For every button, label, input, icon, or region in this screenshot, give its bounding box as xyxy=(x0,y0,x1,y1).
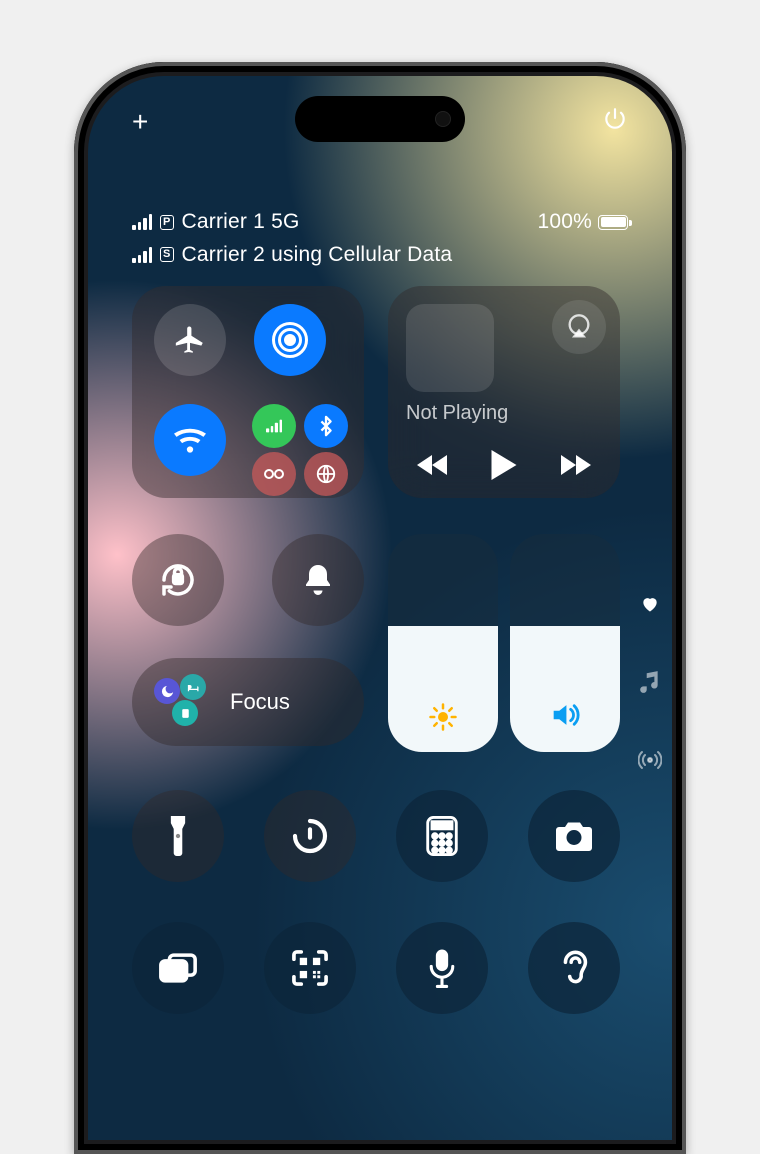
media-module[interactable]: Not Playing xyxy=(388,286,620,498)
status-line-2: S Carrier 2 using Cellular Data xyxy=(132,239,628,272)
orientation-lock-toggle[interactable] xyxy=(132,534,224,626)
brightness-level xyxy=(388,626,498,752)
speaker-icon xyxy=(510,698,620,732)
airplane-icon xyxy=(173,323,207,357)
battery-icon xyxy=(598,215,628,230)
qr-scanner-button[interactable] xyxy=(264,922,356,1014)
bluetooth-icon xyxy=(315,415,337,437)
carrier-2-label: Carrier 2 using Cellular Data xyxy=(182,239,453,272)
calculator-button[interactable] xyxy=(396,790,488,882)
hotspot-icon xyxy=(262,462,286,486)
power-icon xyxy=(602,106,628,132)
timer-button[interactable] xyxy=(264,790,356,882)
focus-module[interactable]: Focus xyxy=(132,658,364,746)
ear-icon xyxy=(557,948,591,988)
music-page-dot[interactable] xyxy=(640,670,660,694)
airplay-button[interactable] xyxy=(552,300,606,354)
screen-mirroring-button[interactable] xyxy=(132,922,224,1014)
wifi-icon xyxy=(171,421,209,459)
hearing-button[interactable] xyxy=(528,922,620,1014)
carrier-1-label: Carrier 1 5G xyxy=(182,206,300,239)
qr-code-icon xyxy=(291,949,329,987)
bell-icon xyxy=(300,562,336,598)
page-indicators[interactable] xyxy=(638,594,662,770)
timer-icon xyxy=(290,816,330,856)
camera-button[interactable] xyxy=(528,790,620,882)
airplay-icon xyxy=(565,313,593,341)
previous-track-button[interactable] xyxy=(417,453,447,477)
airplane-mode-toggle[interactable] xyxy=(154,304,226,376)
cellular-bars-icon xyxy=(266,420,282,433)
silent-mode-toggle[interactable] xyxy=(272,534,364,626)
volume-slider[interactable] xyxy=(510,534,620,752)
volume-level xyxy=(510,626,620,752)
bed-icon xyxy=(180,674,206,700)
flashlight-button[interactable] xyxy=(132,790,224,882)
focus-mode-icons xyxy=(154,674,216,730)
connectivity-page-dot[interactable] xyxy=(638,750,662,770)
brightness-slider[interactable] xyxy=(388,534,498,752)
next-track-button[interactable] xyxy=(561,453,591,477)
now-playing-artwork xyxy=(406,304,494,392)
airdrop-toggle[interactable] xyxy=(254,304,326,376)
orientation-lock-icon xyxy=(157,559,199,601)
flashlight-icon xyxy=(162,816,194,856)
signal-bars-icon xyxy=(132,214,152,230)
moon-icon xyxy=(154,678,180,704)
heart-icon xyxy=(640,594,660,614)
airdrop-icon xyxy=(272,322,308,358)
battery-status: 100% xyxy=(537,206,628,239)
phone-frame: + P Carrier 1 5G S Carrier 2 using Cellu… xyxy=(74,62,686,1154)
sim-secondary-badge: S xyxy=(160,247,174,262)
plus-icon: + xyxy=(132,106,148,137)
microphone-icon xyxy=(428,948,456,988)
hotspot-toggle[interactable] xyxy=(252,452,296,496)
camera-icon xyxy=(553,819,595,853)
sim-primary-badge: P xyxy=(160,215,174,230)
sun-icon xyxy=(388,702,498,732)
play-icon xyxy=(491,450,517,480)
power-button[interactable] xyxy=(602,106,628,138)
top-controls: + xyxy=(88,106,672,138)
add-controls-button[interactable]: + xyxy=(132,106,148,138)
globe-icon xyxy=(315,463,337,485)
forward-icon xyxy=(561,453,591,477)
now-playing-title: Not Playing xyxy=(406,402,508,425)
favorites-page-dot[interactable] xyxy=(640,594,660,614)
screen-mirroring-icon xyxy=(158,951,198,985)
bluetooth-toggle[interactable] xyxy=(304,404,348,448)
control-center: Not Playing xyxy=(132,286,628,1140)
status-bar: P Carrier 1 5G S Carrier 2 using Cellula… xyxy=(132,206,628,271)
wifi-toggle[interactable] xyxy=(154,404,226,476)
play-button[interactable] xyxy=(491,450,517,480)
calculator-icon xyxy=(425,816,459,856)
microphone-button[interactable] xyxy=(396,922,488,1014)
rewind-icon xyxy=(417,453,447,477)
focus-label: Focus xyxy=(230,689,290,715)
radio-waves-icon xyxy=(638,750,662,770)
music-note-icon xyxy=(640,670,660,694)
cellular-toggle[interactable] xyxy=(252,404,296,448)
battery-percent: 100% xyxy=(537,206,592,239)
signal-bars-icon xyxy=(132,247,152,263)
control-center-screen: + P Carrier 1 5G S Carrier 2 using Cellu… xyxy=(88,76,672,1140)
sleep-icon xyxy=(172,700,198,726)
satellite-toggle[interactable] xyxy=(304,452,348,496)
connectivity-module[interactable] xyxy=(132,286,364,498)
